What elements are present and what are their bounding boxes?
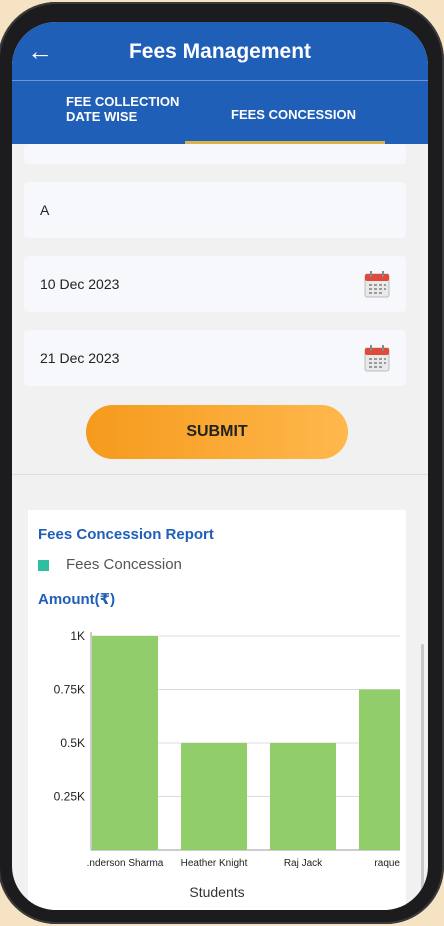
partial-field[interactable]: [24, 144, 406, 164]
page-title: Fees Management: [128, 40, 312, 63]
app-bar-divider: [12, 80, 428, 81]
calendar-icon[interactable]: [364, 270, 390, 298]
phone-frame: ← Fees Management FEE COLLECTION DATE WI…: [0, 2, 444, 924]
from-date-field[interactable]: 10 Dec 2023: [24, 256, 406, 312]
submit-button[interactable]: SUBMIT: [86, 405, 348, 459]
report-title: Fees Concession Report: [38, 526, 214, 543]
bar: [92, 636, 158, 850]
x-axis-label: Students: [189, 884, 245, 900]
bar-chart: 1K 0.75K 0.5K 0.25K .nderson Sharma Heather K…: [54, 629, 401, 869]
screen: ← Fees Management FEE COLLECTION DATE WI…: [12, 22, 428, 910]
calendar-icon[interactable]: [364, 344, 390, 372]
report-card: Fees Concession Report Fees Concession A…: [28, 510, 406, 910]
main-content: A 10 Dec 2023 21 Dec 2023 SUBMIT Fees Co…: [12, 144, 428, 910]
y-tick-label: 0.5K: [60, 736, 85, 750]
bar: [181, 743, 247, 850]
x-tick-label: .nderson Sharma: [87, 858, 164, 869]
name-field[interactable]: A: [24, 182, 406, 238]
x-tick-label: Raj Jack: [284, 858, 323, 869]
legend-swatch: [38, 560, 49, 571]
to-date-field[interactable]: 21 Dec 2023: [24, 330, 406, 386]
x-tick-label: Heather Knight: [181, 858, 248, 869]
tab-label-line1: FEE COLLECTION: [66, 94, 180, 109]
tab-fee-collection-date-wise[interactable]: FEE COLLECTION DATE WISE: [66, 94, 179, 124]
bar: [359, 689, 400, 850]
x-tick-label: raque: [374, 858, 400, 869]
scrollbar[interactable]: [421, 644, 424, 904]
legend-label: Fees Concession: [66, 556, 182, 573]
from-date-value: 10 Dec 2023: [40, 276, 120, 292]
tab-label-line2: DATE WISE: [66, 109, 138, 124]
section-divider: [12, 474, 428, 475]
bar: [270, 743, 336, 850]
app-bar: ← Fees Management FEE COLLECTION DATE WI…: [12, 22, 428, 144]
y-tick-label: 0.75K: [54, 683, 85, 697]
tab-fees-concession[interactable]: FEES CONCESSION: [231, 107, 356, 122]
y-axis-label: Amount(₹): [38, 591, 116, 608]
to-date-value: 21 Dec 2023: [40, 350, 120, 366]
y-tick-label: 1K: [70, 629, 85, 643]
name-field-value: A: [40, 202, 50, 218]
y-tick-label: 0.25K: [54, 790, 85, 804]
